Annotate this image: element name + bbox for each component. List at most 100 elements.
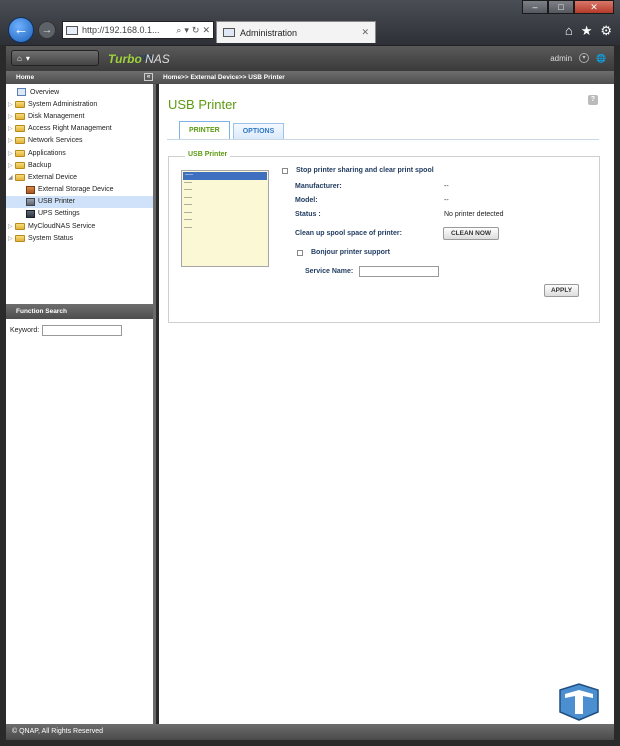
printer-list[interactable]: ---- ---- ---- ---- ---- ---- ---- ---- [181, 170, 269, 267]
expand-icon[interactable]: ▷ [8, 101, 15, 108]
expand-icon[interactable]: ▷ [8, 223, 15, 230]
sidebar-item-applications[interactable]: ▷ Applications [6, 147, 153, 159]
sidebar-item-mycloudnas-service[interactable]: ▷ MyCloudNAS Service [6, 220, 153, 232]
tab-bar: PRINTER OPTIONS [179, 121, 285, 139]
globe-icon[interactable]: 🌐 [596, 54, 606, 63]
brand-turbo: Turbo [108, 52, 142, 66]
sidebar-item-network-services[interactable]: ▷ Network Services [6, 135, 153, 147]
brand-nas: NAS [145, 52, 170, 66]
folder-icon [15, 222, 25, 230]
arrow-right-icon: → [41, 24, 53, 36]
service-name-label: Service Name: [305, 268, 354, 275]
back-button[interactable]: ← [8, 17, 34, 43]
gear-icon[interactable]: ⚙ [600, 23, 612, 39]
sidebar-item-usb-printer[interactable]: USB Printer [6, 195, 153, 208]
sidebar-item-label: Access Right Management [28, 125, 112, 133]
app-header: ⌂ NAS ▾ Turbo NAS admin ▾ 🌐 [6, 45, 614, 71]
sidebar-item-overview[interactable]: Overview [6, 86, 153, 98]
nav-tree: Overview ▷ System Administration ▷ Disk … [6, 86, 153, 244]
manufacturer-value: -- [444, 183, 449, 190]
minimize-button[interactable]: – [522, 0, 548, 14]
service-name-input[interactable] [359, 266, 440, 277]
list-item[interactable]: ---- [182, 225, 268, 233]
sidebar-item-access-right-management[interactable]: ▷ Access Right Management [6, 123, 153, 135]
bonjour-checkbox[interactable] [297, 249, 303, 256]
sidebar-item-disk-management[interactable]: ▷ Disk Management [6, 110, 153, 122]
expand-icon[interactable]: ▷ [8, 235, 15, 242]
sidebar-item-external-storage-device[interactable]: External Storage Device [6, 184, 153, 196]
folder-icon [15, 125, 25, 133]
ups-icon [26, 209, 35, 218]
star-icon[interactable]: ★ [581, 23, 593, 39]
sidebar-item-backup[interactable]: ▷ Backup [6, 159, 153, 171]
sidebar: Overview ▷ System Administration ▷ Disk … [6, 84, 156, 724]
sidebar-item-label: Network Services [28, 137, 83, 145]
sidebar-item-external-device[interactable]: ◢ External Device [6, 171, 153, 183]
stop-sharing-checkbox[interactable] [282, 167, 288, 174]
sidebar-item-label: Applications [28, 149, 66, 157]
stop-icon[interactable]: ✕ [202, 25, 210, 36]
printer-icon [26, 197, 35, 206]
sidebar-item-system-status[interactable]: ▷ System Status [6, 232, 153, 244]
list-item[interactable]: ---- [182, 217, 268, 225]
dropdown-icon[interactable]: ▾ [184, 25, 189, 36]
sidebar-item-ups-settings[interactable]: UPS Settings [6, 208, 153, 220]
expand-icon[interactable]: ▷ [8, 162, 15, 169]
list-item[interactable]: ---- [182, 210, 268, 218]
main-panel: USB Printer ? PRINTER OPTIONS USB Printe… [159, 84, 614, 724]
home-icon[interactable]: ⌂ [565, 23, 573, 39]
sidebar-item-label: System Status [28, 234, 74, 242]
sidebar-item-label: Overview [30, 88, 60, 96]
expand-icon[interactable]: ▷ [8, 137, 15, 144]
sidebar-item-label: System Administration [28, 100, 98, 108]
nas-dropdown[interactable]: ⌂ NAS ▾ [11, 50, 153, 66]
sidebar-title: Home [16, 74, 35, 81]
browser-toolbar-icons: ⌂ ★ ⚙ [565, 23, 612, 39]
list-item[interactable]: ---- [182, 180, 268, 188]
refresh-icon[interactable]: ↻ [192, 25, 200, 36]
model-label: Model: [295, 197, 318, 204]
browser-chrome: – □ ✕ ← → http://192.168.0.1... ⌕ ▾ ↻ ✕ … [0, 0, 620, 45]
close-window-button[interactable]: ✕ [574, 0, 614, 14]
expand-icon[interactable]: ▷ [8, 113, 15, 120]
expand-icon[interactable]: ▷ [8, 150, 15, 157]
search-icon[interactable]: ⌕ [176, 25, 181, 36]
bonjour-row: Bonjour printer support [297, 249, 390, 256]
expand-icon[interactable]: ▷ [8, 125, 15, 132]
user-menu-icon[interactable]: ▾ [579, 53, 590, 63]
keyword-search: Keyword: [10, 325, 123, 336]
browser-tab[interactable]: Administration ✕ [216, 21, 376, 43]
collapse-icon[interactable]: ◢ [8, 174, 15, 181]
service-name-row: Service Name: [305, 266, 440, 277]
collapse-sidebar-button[interactable]: « [144, 73, 153, 81]
bonjour-label: Bonjour printer support [311, 249, 390, 256]
chevron-down-icon: ▾ [25, 53, 30, 63]
function-search-header: Function Search [6, 304, 153, 319]
tab-options[interactable]: OPTIONS [232, 123, 285, 139]
keyword-input[interactable] [42, 325, 123, 336]
clean-now-button[interactable]: CLEAN NOW [443, 227, 499, 240]
list-item[interactable]: ---- [183, 172, 267, 180]
breadcrumb: Home>> External Device>> USB Printer [163, 74, 285, 81]
tab-close-icon[interactable]: ✕ [361, 27, 369, 38]
list-item[interactable]: ---- [182, 187, 268, 195]
address-bar[interactable]: http://192.168.0.1... ⌕ ▾ ↻ ✕ [62, 21, 214, 39]
help-icon[interactable]: ? [588, 95, 598, 105]
user-name[interactable]: admin [550, 54, 572, 63]
window-controls: – □ ✕ [522, 0, 614, 14]
group-legend: USB Printer [185, 151, 231, 158]
sidebar-item-label: USB Printer [38, 198, 75, 206]
sidebar-item-system-administration[interactable]: ▷ System Administration [6, 98, 153, 110]
address-url[interactable]: http://192.168.0.1... [82, 25, 173, 35]
maximize-button[interactable]: □ [548, 0, 574, 14]
list-item[interactable]: ---- [182, 202, 268, 210]
tab-page-icon [223, 28, 235, 37]
apply-button[interactable]: APPLY [544, 284, 579, 297]
tab-printer[interactable]: PRINTER [179, 121, 230, 139]
keyword-label: Keyword: [10, 327, 40, 334]
forward-button[interactable]: → [38, 21, 56, 39]
page-icon [66, 25, 78, 35]
usb-printer-group: USB Printer ---- ---- ---- ---- ---- ---… [168, 151, 600, 323]
list-item[interactable]: ---- [182, 195, 268, 203]
sub-header: Home « Home>> External Device>> USB Prin… [6, 71, 614, 84]
